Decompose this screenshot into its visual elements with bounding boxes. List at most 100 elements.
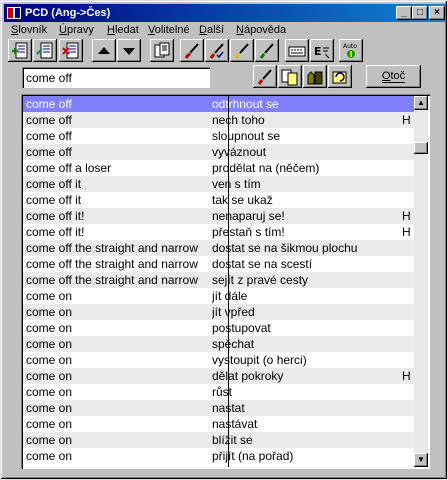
english-term: come on: [26, 385, 73, 399]
svg-text:E: E: [314, 45, 322, 58]
column-divider-1: [228, 96, 229, 467]
english-term: come on: [26, 353, 73, 367]
delete-entry-icon: [62, 42, 79, 58]
brush-red-button[interactable]: [180, 39, 204, 62]
brush-check-button[interactable]: [205, 39, 229, 62]
menu-hledat[interactable]: Hledat: [107, 24, 139, 36]
menu-dalsi-label: alší: [206, 24, 225, 36]
table-row[interactable]: come off the straight and narrow dostat s…: [23, 256, 414, 272]
edit-entry-button[interactable]: [33, 39, 57, 62]
czech-translation: dělat pokroky: [212, 369, 284, 383]
menu-napoveda[interactable]: Nápověda: [236, 24, 286, 36]
keyboard-button[interactable]: [285, 39, 309, 62]
table-row[interactable]: come on jít vpřed: [23, 304, 414, 320]
language-switch-button[interactable]: E: [310, 39, 334, 62]
menu-slovnik-label: lovník: [18, 24, 48, 36]
building-button[interactable]: [303, 65, 327, 88]
dictionary-pages-button[interactable]: [278, 65, 302, 88]
window-title: PCD (Ang->Čes): [25, 7, 111, 19]
usage-flag: H: [402, 225, 411, 239]
menu-volitelne[interactable]: Volitelné: [148, 24, 190, 36]
czech-translation: blížit se: [212, 433, 253, 447]
search-row: Otoč: [4, 65, 446, 93]
english-term: come on: [26, 321, 73, 335]
table-row[interactable]: come on dělat pokroky H: [23, 368, 414, 384]
table-row[interactable]: come off sloupnout se: [23, 128, 414, 144]
table-row[interactable]: come on nastat: [23, 400, 414, 416]
delete-entry-button[interactable]: [59, 39, 83, 62]
table-row[interactable]: come on růst: [23, 384, 414, 400]
results-rows: come off odtrhnout se come off nech toho Hco…: [23, 96, 414, 464]
table-row[interactable]: come off vyváznout: [23, 144, 414, 160]
table-row[interactable]: come on blížit se: [23, 432, 414, 448]
menu-dalsi[interactable]: Další: [199, 24, 224, 36]
english-term: come on: [26, 289, 73, 303]
reset-icon: [332, 71, 347, 83]
building-icon: [307, 70, 323, 84]
table-row[interactable]: come on jít dále: [23, 288, 414, 304]
brush-green-button[interactable]: [255, 39, 279, 62]
menu-upravy-label: pravy: [66, 24, 94, 36]
maximize-button[interactable]: □: [412, 6, 428, 20]
czech-translation: jít vpřed: [212, 305, 255, 319]
table-row[interactable]: come off it tak se ukaž: [23, 192, 414, 208]
auto-icon: Auto: [343, 43, 357, 58]
english-term: come off: [26, 113, 72, 127]
english-term: come off it!: [26, 209, 85, 223]
add-entry-button[interactable]: [8, 39, 32, 62]
english-term: come on: [26, 305, 73, 319]
menu-upravy-mnemonic: Ú: [59, 24, 67, 36]
brush-check-icon: [209, 42, 224, 59]
minimize-button[interactable]: _: [396, 6, 412, 20]
scroll-up-button[interactable]: ▲: [414, 96, 428, 110]
menu-hledat-mnemonic: H: [107, 24, 115, 36]
table-row[interactable]: come off it! nenaparuj se! H: [23, 208, 414, 224]
translate-button[interactable]: Otoč: [366, 65, 421, 88]
menu-napoveda-mnemonic: N: [236, 24, 244, 36]
auto-label: Auto: [343, 43, 357, 50]
close-button[interactable]: ×: [429, 6, 445, 20]
table-row[interactable]: come off a loser prodělat na (něčem): [23, 160, 414, 176]
brush-filter-button[interactable]: [253, 65, 277, 88]
reset-button[interactable]: [328, 65, 352, 88]
scroll-down-button[interactable]: ▼: [414, 453, 428, 467]
czech-translation: nastat: [212, 400, 398, 416]
add-entry-icon: [12, 42, 28, 58]
brush-red-icon: [184, 42, 199, 59]
title-bar[interactable]: PCD (Ang->Čes) _ □ ×: [4, 4, 446, 22]
scroll-thumb[interactable]: [414, 142, 428, 154]
edit-entry-icon: [36, 42, 53, 58]
results-list[interactable]: come off odtrhnout se come off nech toho Hco…: [21, 94, 430, 469]
table-row[interactable]: come on přijít (na pořad): [23, 448, 414, 464]
dictionary-button[interactable]: [150, 39, 174, 62]
brush-yellow-button[interactable]: [230, 39, 254, 62]
table-row[interactable]: come on spěchat: [23, 336, 414, 352]
table-row[interactable]: come off nech toho H: [23, 112, 414, 128]
table-row[interactable]: come on vystoupit (o herci): [23, 352, 414, 368]
menu-bar: Slovník Úpravy Hledat Volitelné Další Ná…: [4, 22, 446, 40]
table-row[interactable]: come off it ven s tím: [23, 176, 414, 192]
czech-translation: jít dále: [212, 289, 248, 303]
table-row[interactable]: come on postupovat: [23, 320, 414, 336]
menu-hledat-label: ledat: [114, 24, 139, 36]
arrow-up-icon: [98, 46, 110, 54]
czech-translation: dostat se na šikmou plochu: [212, 241, 358, 255]
vertical-scrollbar[interactable]: ▲ ▼: [414, 96, 428, 467]
table-row[interactable]: come off odtrhnout se: [23, 96, 414, 112]
move-down-button[interactable]: [117, 39, 141, 62]
table-row[interactable]: come off it! přestaň s tím! H: [23, 224, 414, 240]
english-term: come on: [26, 337, 73, 351]
czech-translation: spěchat: [212, 337, 255, 351]
czech-translation: přestaň s tím!: [212, 225, 285, 239]
app-icon: [7, 7, 21, 19]
table-row[interactable]: come on nastávat: [23, 416, 414, 432]
menu-slovnik[interactable]: Slovník: [11, 24, 47, 36]
table-row[interactable]: come off the straight and narrow dostat s…: [23, 240, 414, 256]
menu-upravy[interactable]: Úpravy: [59, 24, 94, 36]
table-row[interactable]: come off the straight and narrow sejít z …: [23, 272, 414, 288]
menu-napoveda-label: ápověda: [243, 24, 287, 36]
search-input[interactable]: [22, 67, 210, 88]
auto-button[interactable]: Auto: [339, 39, 363, 62]
move-up-button[interactable]: [92, 39, 116, 62]
language-switch-icon: E: [314, 45, 330, 58]
